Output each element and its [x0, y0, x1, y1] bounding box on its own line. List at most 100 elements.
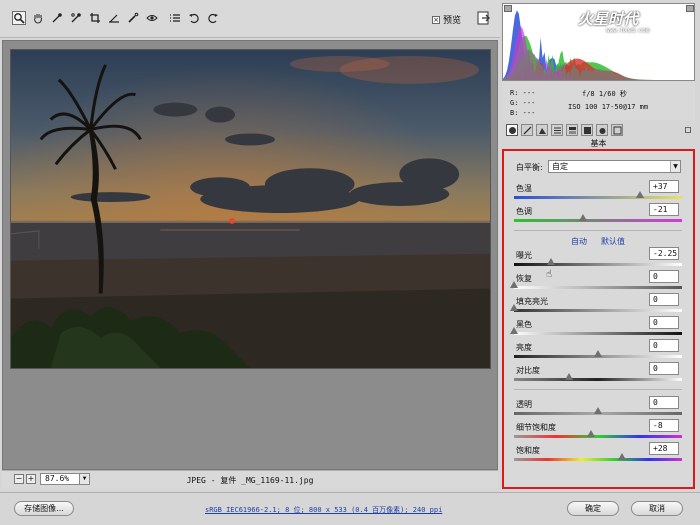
recovery-slider[interactable]	[514, 286, 682, 289]
temperature-label: 色温	[516, 184, 532, 193]
hand-icon[interactable]	[31, 11, 45, 25]
fullscreen-icon[interactable]	[477, 11, 491, 25]
divider	[514, 389, 682, 390]
chevron-down-icon[interactable]: ▼	[670, 161, 680, 172]
preview-label: 预览	[443, 16, 462, 26]
workflow-options-link[interactable]: sRGB IEC61966-2.1; 8 位; 800 x 533 (0.4 百…	[205, 505, 442, 515]
default-link[interactable]: 默认值	[601, 236, 625, 247]
rotate-right-icon[interactable]	[206, 11, 220, 25]
exposure-thumb[interactable]	[546, 258, 555, 265]
saturation-label: 饱和度	[516, 446, 540, 455]
brightness-field[interactable]: 0	[649, 339, 679, 352]
straighten-icon[interactable]	[107, 11, 121, 25]
tab-camera-calibration[interactable]	[596, 124, 608, 136]
vibrance-thumb[interactable]	[587, 430, 596, 437]
exif-readout: f/8 1/60 秒 ISO 100 17-50@17 mm	[568, 88, 648, 114]
clarity-thumb[interactable]	[594, 407, 602, 414]
saturation-slider[interactable]	[514, 458, 682, 461]
clarity-label: 透明	[516, 400, 532, 409]
tint-slider[interactable]	[514, 219, 682, 222]
blacks-label: 黑色	[516, 320, 532, 329]
exposure-field[interactable]: -2.25	[649, 247, 679, 260]
auto-link[interactable]: 自动	[571, 236, 587, 247]
tint-field[interactable]: -21	[649, 203, 679, 216]
blue-readout: B: ---	[510, 109, 536, 117]
preview-checkbox[interactable]: ×	[432, 15, 440, 24]
retouch-icon[interactable]	[126, 11, 140, 25]
recovery-label: 恢复	[516, 274, 532, 283]
watermark-url: www.hxsd.com	[606, 27, 650, 34]
red-eye-icon[interactable]	[145, 11, 159, 25]
temperature-slider[interactable]	[514, 196, 682, 199]
saturation-field[interactable]: +28	[649, 442, 679, 455]
hand-cursor-icon: ☝	[546, 269, 553, 280]
tint-label: 色调	[516, 207, 532, 216]
shadow-clipping-toggle[interactable]	[504, 5, 512, 12]
basic-panel: 白平衡: 自定 ▼ 色温 +37 色调 -21 自动 默认值 曝光 -2.25 …	[502, 149, 695, 489]
color-sampler-icon[interactable]	[69, 11, 83, 25]
crop-icon[interactable]	[88, 11, 102, 25]
contrast-slider[interactable]	[514, 378, 682, 381]
tab-presets[interactable]	[611, 124, 623, 136]
file-name: JPEG - 复件 _MG_1169-11.jpg	[186, 476, 314, 485]
ok-button[interactable]: 确定	[567, 501, 619, 516]
watermark-logo: 火星时代	[578, 10, 639, 28]
white-balance-select[interactable]: 自定 ▼	[548, 160, 681, 173]
tab-lens[interactable]	[581, 124, 593, 136]
panel-tabs	[502, 122, 695, 138]
blacks-slider[interactable]	[514, 332, 682, 335]
aperture-shutter: f/8 1/60 秒	[582, 90, 627, 98]
toolbar: × 预览	[0, 0, 500, 38]
red-readout: R: ---	[510, 89, 536, 97]
green-readout: G: ---	[510, 99, 536, 107]
vibrance-slider[interactable]	[514, 435, 682, 438]
white-balance-label: 白平衡:	[516, 163, 543, 172]
contrast-thumb[interactable]	[565, 373, 574, 380]
recovery-thumb[interactable]	[510, 281, 518, 288]
save-image-button[interactable]: 存储图像...	[14, 501, 74, 516]
eyedropper-icon[interactable]	[50, 11, 64, 25]
cancel-button[interactable]: 取消	[631, 501, 683, 516]
rotate-left-icon[interactable]	[187, 11, 201, 25]
brightness-thumb[interactable]	[594, 350, 602, 357]
brightness-label: 亮度	[516, 343, 532, 352]
tab-split-toning[interactable]	[566, 124, 578, 136]
temperature-thumb[interactable]	[636, 191, 644, 198]
contrast-field[interactable]: 0	[649, 362, 679, 375]
contrast-label: 对比度	[516, 366, 540, 375]
fill-light-slider[interactable]	[514, 309, 682, 312]
recovery-field[interactable]: 0	[649, 270, 679, 283]
tab-tone-curve[interactable]	[521, 124, 533, 136]
clarity-field[interactable]: 0	[649, 396, 679, 409]
list-icon[interactable]	[168, 11, 182, 25]
blacks-thumb[interactable]	[510, 327, 518, 334]
vibrance-field[interactable]: -8	[649, 419, 679, 432]
fill-light-thumb[interactable]	[510, 304, 518, 311]
exposure-label: 曝光	[516, 251, 532, 260]
panel-title: 基本	[590, 139, 607, 148]
tab-basic[interactable]	[506, 124, 518, 136]
tab-detail[interactable]	[536, 124, 548, 136]
temperature-field[interactable]: +37	[649, 180, 679, 193]
saturation-thumb[interactable]	[617, 453, 626, 460]
blacks-field[interactable]: 0	[649, 316, 679, 329]
vibrance-label: 细节饱和度	[516, 423, 556, 432]
photo-preview[interactable]	[10, 49, 491, 369]
status-bar: − + 87.6% ▼ JPEG - 复件 _MG_1169-11.jpg	[2, 470, 498, 488]
info-panel: R: --- G: --- B: --- f/8 1/60 秒 ISO 100 …	[502, 82, 695, 120]
iso-lens: ISO 100 17-50@17 mm	[568, 103, 649, 111]
fill-light-field[interactable]: 0	[649, 293, 679, 306]
preview-toggle[interactable]: × 预览	[432, 13, 461, 26]
zoom-icon[interactable]	[12, 11, 26, 25]
divider	[514, 230, 682, 231]
rgb-readout: R: --- G: --- B: ---	[510, 88, 535, 118]
tab-hsl[interactable]	[551, 124, 563, 136]
bottom-bar: 存储图像... sRGB IEC61966-2.1; 8 位; 800 x 53…	[0, 492, 700, 525]
highlight-clipping-toggle[interactable]	[686, 5, 694, 12]
tint-thumb[interactable]	[578, 214, 587, 221]
exposure-slider[interactable]	[514, 263, 682, 266]
white-balance-value: 自定	[552, 162, 568, 171]
panel-menu-icon[interactable]	[685, 127, 691, 133]
fill-light-label: 填充亮光	[516, 297, 548, 306]
tool-group	[12, 11, 220, 25]
